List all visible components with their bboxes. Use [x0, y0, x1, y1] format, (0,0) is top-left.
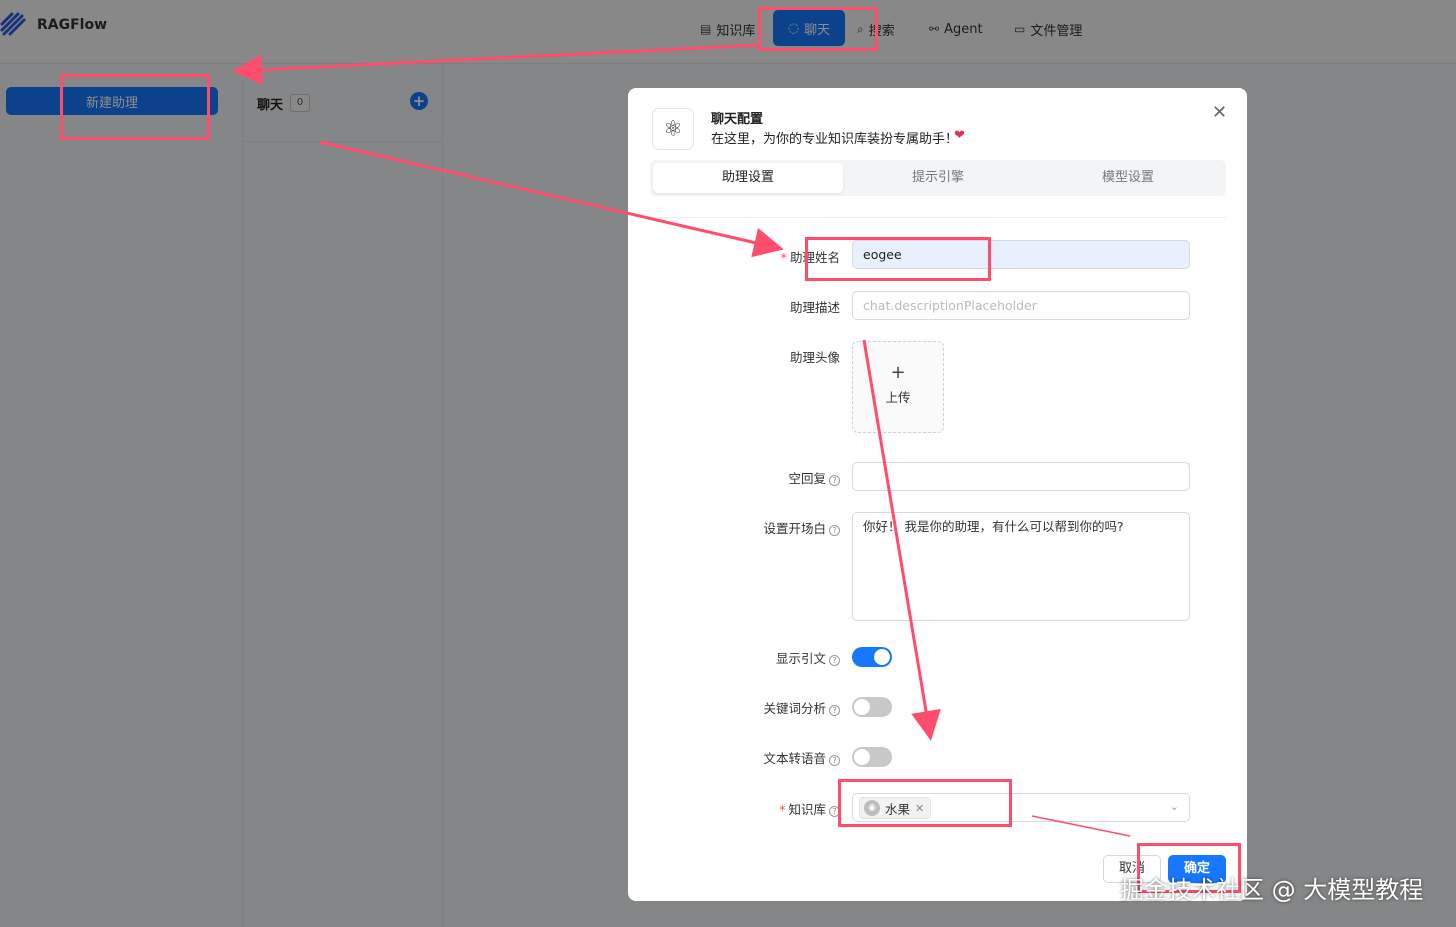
highlight-box-chat	[758, 7, 878, 51]
annotation-arrows	[232, 43, 1131, 837]
watermark-text: 掘金技术社区 @ 大模型教程	[1120, 876, 1424, 904]
highlight-box-new	[60, 74, 210, 140]
highlight-box-kb	[838, 779, 1012, 827]
highlight-box-name	[805, 237, 991, 281]
